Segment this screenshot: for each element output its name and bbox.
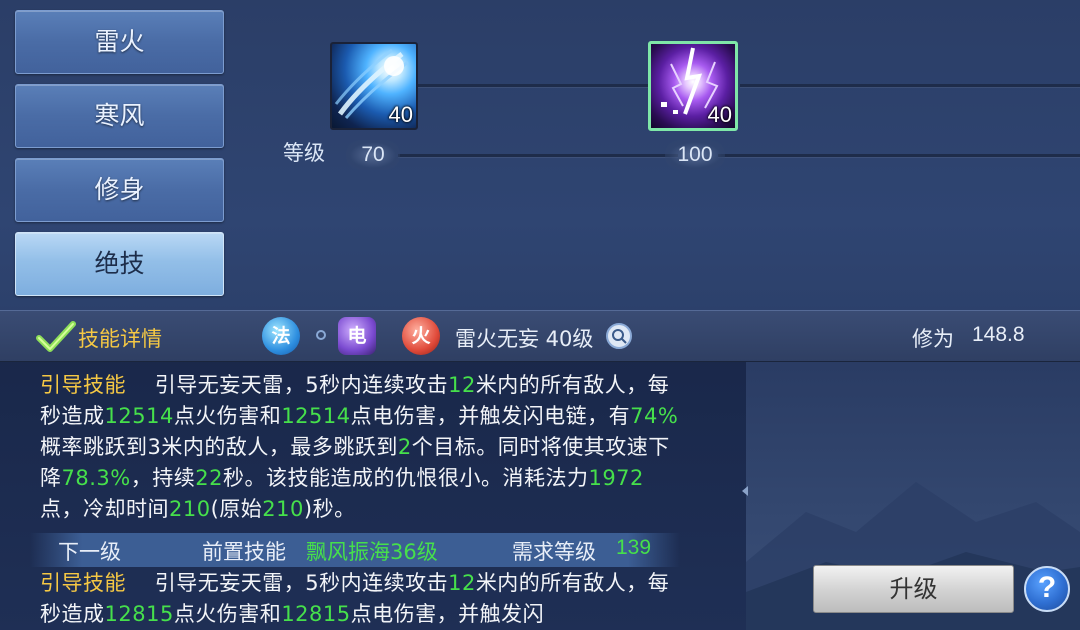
cultivation-label: 修为 bbox=[912, 327, 954, 351]
desc-text: 点，冷却时间 bbox=[40, 497, 169, 521]
tab-xiushen[interactable]: 修身 bbox=[15, 158, 224, 222]
prerequisite-label: 前置技能 bbox=[202, 540, 286, 564]
skill-link-line bbox=[418, 84, 658, 87]
required-level-1: 70 bbox=[346, 140, 400, 170]
skill-level: 40 bbox=[388, 102, 413, 127]
upgrade-button[interactable]: 升级 bbox=[813, 565, 1014, 613]
detail-title: 技能详情 bbox=[78, 327, 162, 351]
desc-text: 秒。该技能造成的仇恨很小。消耗法力 bbox=[222, 466, 589, 490]
desc-text: (原始 bbox=[210, 497, 263, 521]
desc-text: 点火伤害和 bbox=[173, 602, 282, 626]
skill-type: 引导技能 bbox=[40, 373, 126, 397]
desc-value: 12514 bbox=[104, 404, 174, 428]
desc-text: 点火伤害和 bbox=[173, 404, 282, 428]
skill-link-line bbox=[740, 84, 1080, 87]
fire-element-icon: 火 bbox=[402, 317, 440, 355]
magic-element-icon: 法 bbox=[262, 317, 300, 355]
tab-hanfeng[interactable]: 寒风 bbox=[15, 84, 224, 148]
required-level-value: 139 bbox=[616, 536, 652, 559]
tab-jueji[interactable]: 绝技 bbox=[15, 232, 224, 296]
desc-value: 210 bbox=[169, 497, 211, 521]
required-level-2: 100 bbox=[665, 140, 725, 170]
desc-value: 12815 bbox=[281, 602, 351, 626]
tab-leihuo[interactable]: 雷火 bbox=[15, 10, 224, 74]
level-track-line bbox=[718, 154, 1080, 157]
skill-level: 40 bbox=[707, 102, 732, 127]
separator-dot bbox=[316, 330, 326, 340]
skill-type: 引导技能 bbox=[40, 571, 126, 595]
scroll-indicator[interactable] bbox=[742, 486, 748, 496]
skill-detail-header: 技能详情 法 电 火 雷火无妄 40级 修为 148.8 bbox=[0, 310, 1080, 362]
desc-text: 引导无妄天雷，5秒内连续攻击 bbox=[154, 373, 449, 397]
desc-value: 12 bbox=[448, 373, 476, 397]
checkmark-icon bbox=[36, 321, 76, 352]
desc-text: ，持续 bbox=[130, 466, 196, 490]
desc-value: 1972 bbox=[588, 466, 644, 490]
desc-text: 点电伤害，并触发闪电链，有 bbox=[350, 404, 631, 428]
skill-slot-2[interactable]: 40 bbox=[648, 41, 738, 131]
desc-value: 2 bbox=[397, 435, 412, 459]
desc-text: 点电伤害，并触发闪 bbox=[350, 602, 545, 626]
level-track-line bbox=[398, 154, 678, 157]
level-label: 等级 bbox=[283, 141, 325, 165]
search-icon[interactable] bbox=[606, 323, 632, 349]
desc-value: 12815 bbox=[104, 602, 174, 626]
desc-value: 12 bbox=[448, 571, 476, 595]
skill-slot-1[interactable]: 40 bbox=[330, 42, 418, 130]
desc-value: 22 bbox=[195, 466, 223, 490]
desc-text: 引导无妄天雷，5秒内连续攻击 bbox=[154, 571, 449, 595]
desc-value: 210 bbox=[262, 497, 304, 521]
next-level-bar: 下一级 前置技能 飘风振海36级 需求等级 139 bbox=[30, 533, 680, 567]
required-level-label: 需求等级 bbox=[512, 540, 596, 564]
prerequisite-value: 飘风振海36级 bbox=[306, 540, 438, 564]
desc-value: 12514 bbox=[281, 404, 351, 428]
next-level-label: 下一级 bbox=[58, 540, 121, 564]
electric-element-icon: 电 bbox=[338, 317, 376, 355]
desc-text: )秒。 bbox=[303, 497, 356, 521]
cultivation-value: 148.8 bbox=[972, 323, 1025, 346]
desc-value: 74% bbox=[630, 404, 679, 428]
current-level-description: 引导技能 引导无妄天雷，5秒内连续攻击12米内的所有敌人，每秒造成12514点火… bbox=[40, 370, 680, 525]
next-level-description: 引导技能 引导无妄天雷，5秒内连续攻击12米内的所有敌人，每秒造成12815点火… bbox=[40, 568, 680, 630]
desc-text: 概率跳跃到3米内的敌人，最多跳跃到 bbox=[40, 435, 398, 459]
help-button[interactable]: ? bbox=[1024, 566, 1070, 612]
skill-name: 雷火无妄 40级 bbox=[455, 327, 594, 351]
desc-value: 78.3% bbox=[61, 466, 131, 490]
